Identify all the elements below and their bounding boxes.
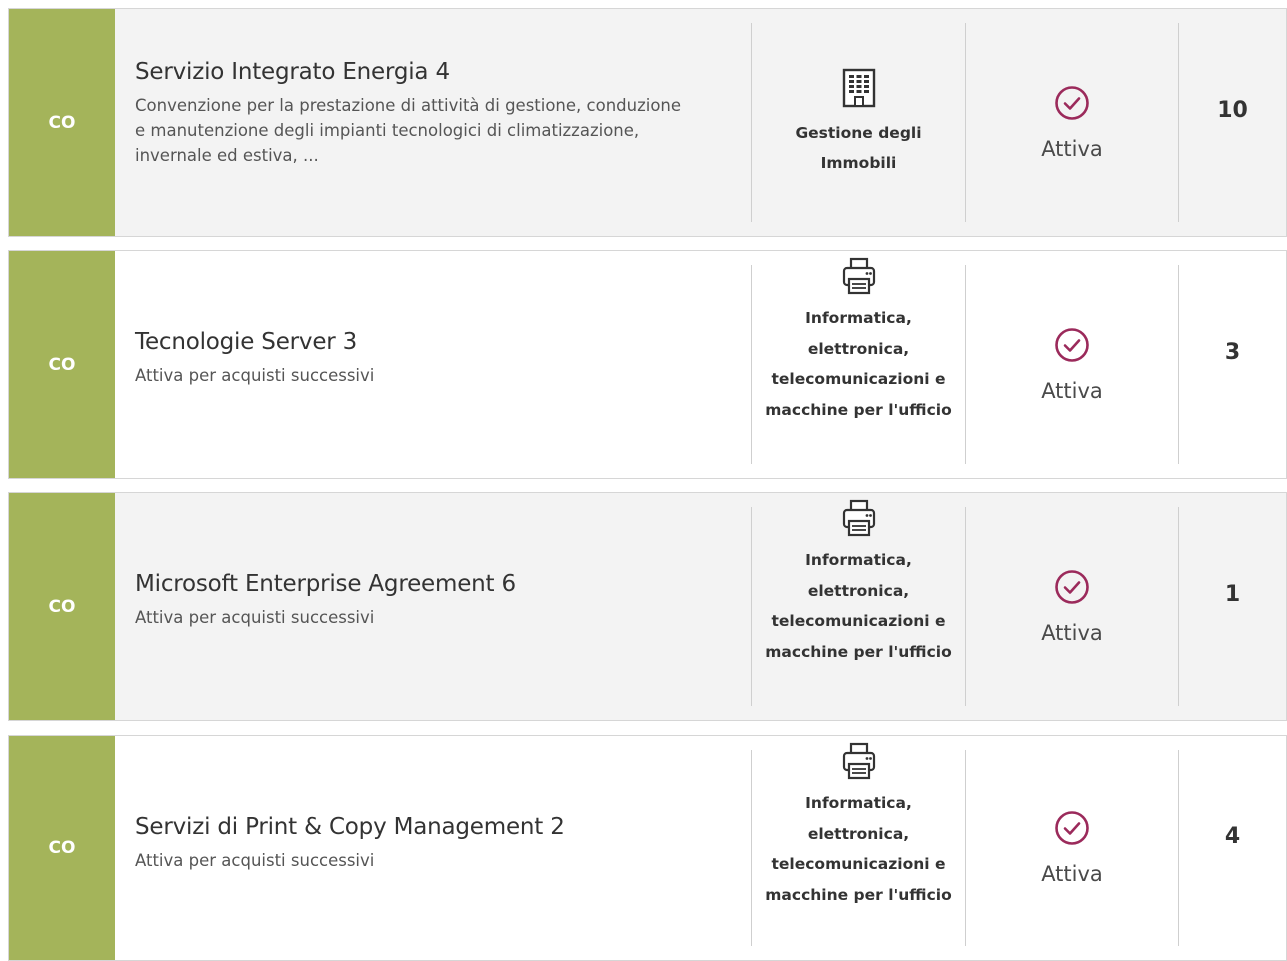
type-tag: CO <box>9 493 115 720</box>
agreement-info: Microsoft Enterprise Agreement 6 Attiva … <box>115 493 751 720</box>
agreement-description: Attiva per acquisti successivi <box>135 608 375 627</box>
check-circle-icon <box>1055 327 1089 362</box>
agreement-info: Servizio Integrato Energia 4 Convenzione… <box>115 9 751 236</box>
category-label: Informatica, elettronica, telecomunicazi… <box>765 551 952 661</box>
check-circle-icon <box>1055 569 1089 604</box>
agreement-description: Attiva per acquisti successivi <box>135 851 375 870</box>
type-tag: CO <box>9 251 115 478</box>
count-value: 10 <box>1217 98 1248 123</box>
status-label: Attiva <box>1041 620 1103 645</box>
printer-icon <box>842 499 875 537</box>
category-label: Gestione degli Immobili <box>795 123 922 172</box>
check-circle-icon <box>1055 85 1089 120</box>
category-cell: Informatica, elettronica, telecomunicazi… <box>752 493 965 720</box>
category-label: Informatica, elettronica, telecomunicazi… <box>765 309 952 419</box>
check-circle-icon <box>1055 811 1089 845</box>
status-cell: Attiva <box>966 9 1178 236</box>
printer-icon <box>842 257 875 295</box>
printer-icon <box>842 742 875 780</box>
count-value: 3 <box>1224 340 1241 365</box>
count-value: 1 <box>1224 582 1241 607</box>
agreement-title[interactable]: Servizi di Print & Copy Management 2 <box>135 814 731 840</box>
agreement-description: Convenzione per la prestazione di attivi… <box>135 96 682 165</box>
agreement-title[interactable]: Tecnologie Server 3 <box>135 329 731 355</box>
agreement-title[interactable]: Servizio Integrato Energia 4 <box>135 59 731 85</box>
building-icon <box>842 68 875 107</box>
count-value: 4 <box>1224 823 1241 849</box>
agreement-title[interactable]: Microsoft Enterprise Agreement 6 <box>135 571 731 597</box>
status-cell: Attiva <box>966 251 1178 478</box>
agreement-description: Attiva per acquisti successivi <box>135 366 375 385</box>
status-cell: Attiva <box>966 736 1178 960</box>
agreement-info: Servizi di Print & Copy Management 2 Att… <box>115 736 751 960</box>
category-cell: Informatica, elettronica, telecomunicazi… <box>752 736 965 960</box>
agreement-row[interactable]: CO Microsoft Enterprise Agreement 6 Atti… <box>8 492 1287 721</box>
category-cell: Informatica, elettronica, telecomunicazi… <box>752 251 965 478</box>
agreement-row[interactable]: CO Servizi di Print & Copy Management 2 … <box>8 735 1287 961</box>
agreement-row[interactable]: CO Tecnologie Server 3 Attiva per acquis… <box>8 250 1287 479</box>
category-cell: Gestione degli Immobili <box>752 9 965 236</box>
type-tag: CO <box>9 9 115 236</box>
status-label: Attiva <box>1041 136 1103 161</box>
status-label: Attiva <box>1041 862 1103 886</box>
type-tag: CO <box>9 736 115 960</box>
agreement-info: Tecnologie Server 3 Attiva per acquisti … <box>115 251 751 478</box>
status-label: Attiva <box>1041 378 1103 403</box>
category-label: Informatica, elettronica, telecomunicazi… <box>765 794 952 904</box>
status-cell: Attiva <box>966 493 1178 720</box>
agreement-row[interactable]: CO Servizio Integrato Energia 4 Convenzi… <box>8 8 1287 237</box>
